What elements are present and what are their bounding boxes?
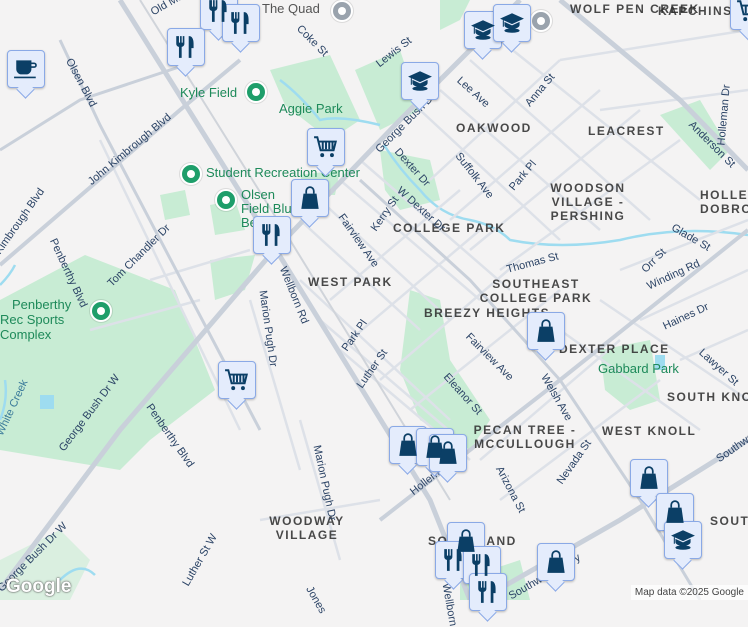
fork-knife-icon xyxy=(469,552,495,578)
grocery-marker[interactable] xyxy=(218,361,256,399)
shopping-bag-icon xyxy=(543,549,569,575)
neighborhood-label: PECAN TREE - MCCULLOUGH xyxy=(473,423,577,451)
fork-knife-icon xyxy=(475,579,501,605)
poi-label[interactable]: Aggie Park xyxy=(279,102,343,115)
shopping-marker[interactable] xyxy=(537,543,575,581)
poi-label[interactable]: Student Recreation Center xyxy=(206,166,360,179)
shopping-bag-icon xyxy=(533,318,559,344)
neighborhood-label: DEXTER PLACE xyxy=(559,342,670,356)
coffee-cup-icon xyxy=(13,56,39,82)
shopping-bag-icon xyxy=(435,440,461,466)
poi-label[interactable]: Gabbard Park xyxy=(598,362,679,375)
restaurant-marker[interactable] xyxy=(469,573,507,611)
shopping-bag-icon xyxy=(662,499,688,525)
map-attribution[interactable]: Map data ©2025 Google xyxy=(630,585,748,600)
stadium-icon[interactable] xyxy=(245,81,267,103)
grocery-marker[interactable] xyxy=(307,128,345,166)
fork-knife-icon xyxy=(259,222,285,248)
google-logo: Google xyxy=(6,576,72,597)
fork-knife-icon xyxy=(441,547,467,573)
shopping-bag-icon xyxy=(297,185,323,211)
shopping-bag-icon xyxy=(636,465,662,491)
shopping-marker[interactable] xyxy=(429,434,467,472)
place-icon[interactable] xyxy=(90,300,112,322)
fork-knife-icon xyxy=(228,10,254,36)
university-icon[interactable] xyxy=(331,0,353,22)
neighborhood-label: WOODSON VILLAGE - PERSHING xyxy=(550,181,626,223)
restaurant-marker[interactable] xyxy=(167,28,205,66)
university-icon[interactable] xyxy=(530,10,552,32)
southwest-pkwy xyxy=(478,437,748,600)
neighborhood-label: HOLLE DOBRO xyxy=(700,188,748,216)
neighborhood-label: WEST KNOLL xyxy=(602,424,697,438)
shopping-cart-icon xyxy=(313,134,339,160)
coffee-marker[interactable] xyxy=(7,50,45,88)
place-icon[interactable] xyxy=(180,163,202,185)
pond xyxy=(40,395,54,409)
neighborhood-label: COLLEGE PARK xyxy=(393,221,506,235)
graduation-cap-icon xyxy=(499,10,525,36)
shopping-cart-icon xyxy=(224,367,250,393)
neighborhood-label: WOODWAY VILLAGE xyxy=(269,514,345,542)
neighborhood-label: WEST PARK xyxy=(308,275,393,289)
stadium-icon[interactable] xyxy=(215,189,237,211)
shopping-bag-icon xyxy=(395,432,421,458)
school-marker[interactable] xyxy=(493,4,531,42)
shopping-marker[interactable] xyxy=(630,459,668,497)
graduation-cap-icon xyxy=(407,68,433,94)
restaurant-marker[interactable] xyxy=(253,216,291,254)
fork-knife-icon xyxy=(173,34,199,60)
shopping-marker[interactable] xyxy=(527,312,565,350)
neighborhood-label: OAKWOOD xyxy=(456,121,532,135)
shopping-marker[interactable] xyxy=(291,179,329,217)
graduation-cap-icon xyxy=(670,527,696,553)
grocery-marker[interactable] xyxy=(730,0,748,30)
poi-label[interactable]: The Quad xyxy=(262,2,320,15)
map-canvas[interactable] xyxy=(0,0,748,600)
school-marker[interactable] xyxy=(401,62,439,100)
neighborhood-label: KAPCHINS xyxy=(658,4,733,18)
poi-label[interactable]: Kyle Field xyxy=(180,86,237,99)
shopping-cart-icon xyxy=(736,0,748,24)
graduation-cap-icon xyxy=(470,17,496,43)
neighborhood-label: SOUTH KNO xyxy=(667,390,748,404)
restaurant-marker[interactable] xyxy=(222,4,260,42)
neighborhood-label: LEACREST xyxy=(588,124,665,138)
school-marker[interactable] xyxy=(664,521,702,559)
neighborhood-label: SOUT xyxy=(710,514,748,528)
neighborhood-label: SOUTHEAST COLLEGE PARK xyxy=(479,277,593,305)
